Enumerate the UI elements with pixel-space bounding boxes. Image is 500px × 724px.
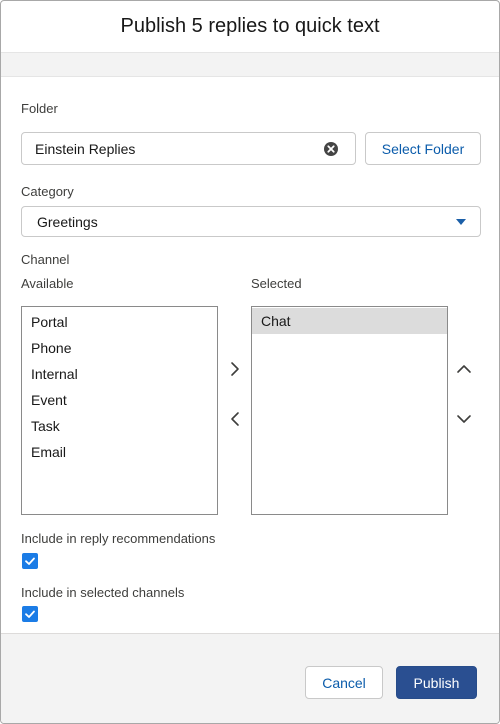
category-selected-value: Greetings [37,213,98,230]
selected-listbox[interactable]: Chat [251,306,448,515]
chevron-down-icon [456,219,466,225]
selected-channels-label: Include in selected channels [21,585,185,600]
list-item[interactable]: Event [22,387,217,413]
header-divider [1,53,499,77]
available-label: Available [21,276,74,291]
chevron-left-icon[interactable] [227,411,243,427]
modal-title: Publish 5 replies to quick text [1,1,499,53]
available-listbox[interactable]: Portal Phone Internal Event Task Email [21,306,218,515]
category-label: Category [21,184,74,199]
select-folder-button[interactable]: Select Folder [365,132,481,165]
selected-label: Selected [251,276,302,291]
list-item[interactable]: Phone [22,335,217,361]
chevron-down-icon[interactable] [456,411,472,427]
list-item[interactable]: Chat [252,308,447,334]
folder-input[interactable]: Einstein Replies [21,132,356,165]
folder-input-value: Einstein Replies [35,140,136,157]
reply-recommendations-checkbox[interactable] [22,553,38,569]
list-item[interactable]: Portal [22,309,217,335]
selected-channels-checkbox[interactable] [22,606,38,622]
clear-icon[interactable] [323,141,339,157]
cancel-button[interactable]: Cancel [305,666,383,699]
folder-label: Folder [21,101,58,116]
channel-label: Channel [21,252,70,267]
publish-modal: Publish 5 replies to quick text Folder E… [0,0,500,724]
list-item[interactable]: Email [22,439,217,465]
category-select[interactable]: Greetings [21,206,481,237]
publish-button[interactable]: Publish [396,666,477,699]
chevron-right-icon[interactable] [227,361,243,377]
reply-recommendations-label: Include in reply recommendations [21,531,216,546]
check-icon [25,557,35,565]
list-item[interactable]: Task [22,413,217,439]
check-icon [25,610,35,618]
list-item[interactable]: Internal [22,361,217,387]
chevron-up-icon[interactable] [456,361,472,377]
